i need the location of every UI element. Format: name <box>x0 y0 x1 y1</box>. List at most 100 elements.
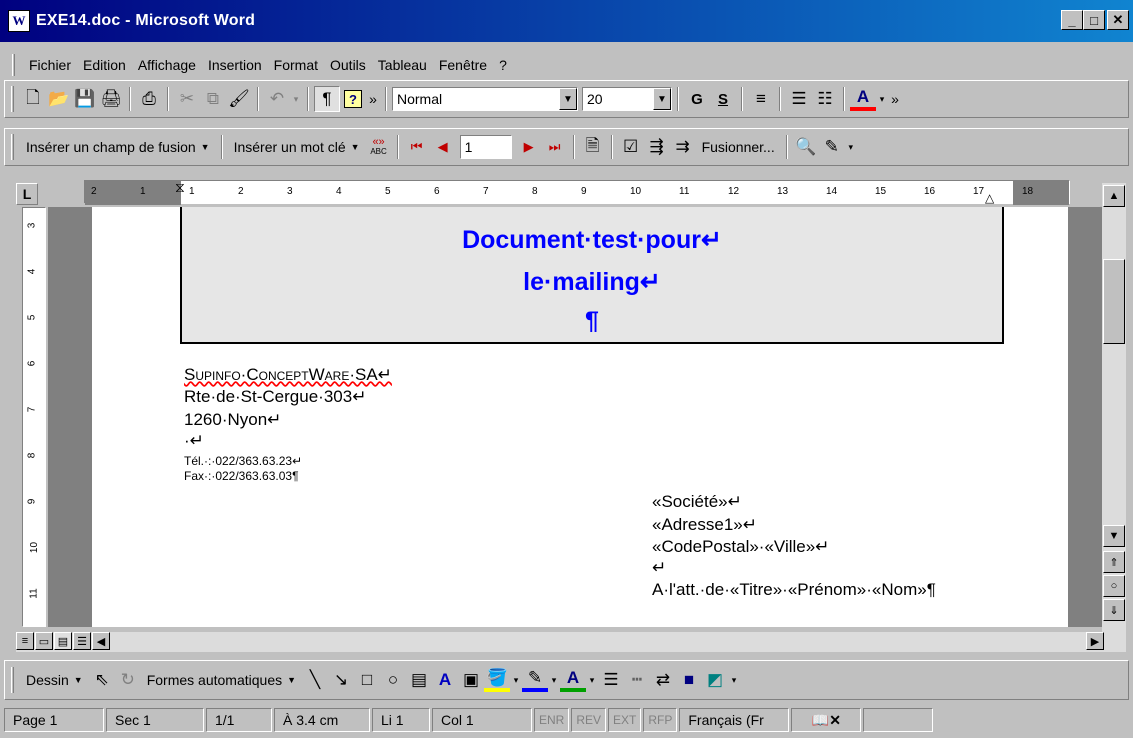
menu-grip[interactable] <box>12 54 15 76</box>
scroll-right-button[interactable]: ▶ <box>1086 632 1104 650</box>
menu-tableau[interactable]: Tableau <box>372 57 433 73</box>
draw-font-color-button[interactable]: A <box>560 668 587 692</box>
menu-fichier[interactable]: Fichier <box>23 57 77 73</box>
scroll-up-button[interactable]: ▲ <box>1103 185 1125 207</box>
toolbar-overflow-button-2[interactable]: » <box>888 86 902 112</box>
rectangle-button[interactable]: □ <box>354 667 380 693</box>
edit-data-source-button[interactable]: ✎ <box>819 134 845 160</box>
dash-style-button[interactable]: ┅ <box>624 667 650 693</box>
3d-button[interactable]: ◩ <box>702 667 728 693</box>
new-document-button[interactable]: 🗋 <box>20 86 46 112</box>
title-frame[interactable]: Document·test·pour↵ le·mailing↵ ¶ <box>180 207 1004 344</box>
open-button[interactable]: 📂 <box>46 86 72 112</box>
insert-merge-field-button[interactable]: Insérer un champ de fusion ▼ <box>20 134 216 160</box>
normal-view-button[interactable]: ≡ <box>16 632 34 650</box>
save-button[interactable]: 💾 <box>72 86 98 112</box>
word-app-icon[interactable]: W <box>8 10 30 32</box>
page-view-button[interactable]: ▤ <box>54 632 72 650</box>
help-button[interactable]: ? <box>340 86 366 112</box>
draw-toolbar-options[interactable]: ▾ <box>728 667 740 693</box>
status-rev[interactable]: REV <box>571 708 607 732</box>
find-record-button[interactable]: 🔍 <box>793 134 819 160</box>
text-box-button[interactable]: ▤ <box>406 667 432 693</box>
style-combo[interactable]: Normal ▼ <box>392 87 578 111</box>
clipart-button[interactable]: ▣ <box>458 667 484 693</box>
minimize-button[interactable]: _ <box>1061 10 1083 30</box>
underline-button[interactable]: S <box>710 86 736 112</box>
next-record-button[interactable]: ▶ <box>516 134 542 160</box>
right-indent-marker[interactable]: △ <box>985 191 994 205</box>
scroll-down-button[interactable]: ▼ <box>1103 525 1125 547</box>
spelling-status-icon[interactable]: 📖✕ <box>791 708 862 732</box>
fill-color-dropdown[interactable]: ▾ <box>510 667 522 693</box>
scroll-left-button[interactable]: ◀ <box>92 632 110 650</box>
menu-insertion[interactable]: Insertion <box>202 57 268 73</box>
chevron-down-icon[interactable]: ▼ <box>559 88 577 110</box>
draw-font-color-dropdown[interactable]: ▾ <box>586 667 598 693</box>
outline-view-button[interactable]: ☰ <box>73 632 91 650</box>
menu-help[interactable]: ? <box>493 57 513 73</box>
menu-outils[interactable]: Outils <box>324 57 372 73</box>
chevron-down-icon[interactable]: ▼ <box>653 88 671 110</box>
horizontal-scrollbar[interactable]: ≡ ▭ ▤ ☰ ◀ ▶ <box>16 632 1126 652</box>
merge-button[interactable]: Fusionner... <box>696 134 781 160</box>
close-button[interactable]: ✕ <box>1107 10 1129 30</box>
bold-button[interactable]: G <box>684 86 710 112</box>
menu-fenetre[interactable]: Fenêtre <box>433 57 493 73</box>
print-preview-button[interactable]: 🖨 <box>98 86 124 112</box>
arrow-style-button[interactable]: ⇄ <box>650 667 676 693</box>
select-browse-object-button[interactable]: ○ <box>1103 575 1125 597</box>
format-painter-button[interactable]: 🖌 <box>226 86 252 112</box>
mail-merge-helper-button[interactable]: 🗎 <box>580 134 606 160</box>
font-color-dropdown[interactable]: ▾ <box>876 86 888 112</box>
line-button[interactable]: ╲ <box>302 667 328 693</box>
insert-keyword-button[interactable]: Insérer un mot clé ▼ <box>228 134 366 160</box>
left-indent-marker[interactable]: ⧖ <box>175 180 185 194</box>
vertical-ruler[interactable]: 3 4 5 6 7 8 9 10 11 <box>22 207 46 627</box>
toolbar-options-dropdown[interactable]: ▾ <box>845 134 857 160</box>
copy-button[interactable]: ⧉ <box>200 86 226 112</box>
toolbar-grip[interactable] <box>11 134 14 160</box>
oval-button[interactable]: ○ <box>380 667 406 693</box>
toolbar-grip[interactable] <box>11 86 14 112</box>
font-color-button[interactable]: A <box>850 87 876 111</box>
maximize-button[interactable]: □ <box>1083 10 1105 30</box>
arrow-button[interactable]: ↘ <box>328 667 354 693</box>
line-color-button[interactable]: ✎ <box>522 668 549 692</box>
vertical-scroll-thumb[interactable] <box>1103 259 1125 344</box>
tab-selector[interactable]: L <box>16 183 38 205</box>
align-button[interactable]: ≡ <box>748 86 774 112</box>
merge-to-printer-button[interactable]: ⇉ <box>670 134 696 160</box>
status-rfp[interactable]: RFP <box>643 708 678 732</box>
show-formatting-button[interactable]: ¶ <box>314 86 340 112</box>
status-language[interactable]: Français (Fr <box>679 708 790 732</box>
autoshapes-menu-button[interactable]: Formes automatiques ▼ <box>141 667 302 693</box>
bullets-button[interactable]: ☷ <box>812 86 838 112</box>
horizontal-ruler[interactable]: 2 1 1 2 3 4 5 6 7 8 9 10 11 12 13 14 15 16 17 18 ⧖ △ <box>84 180 1070 205</box>
toolbar-grip[interactable] <box>11 667 14 693</box>
next-page-button[interactable]: ⇓ <box>1103 599 1125 621</box>
menu-format[interactable]: Format <box>268 57 324 73</box>
font-size-combo[interactable]: 20 ▼ <box>582 87 672 111</box>
undo-dropdown[interactable]: ▾ <box>290 86 302 112</box>
record-number-input[interactable]: 1 <box>459 135 512 159</box>
previous-record-button[interactable]: ◀ <box>430 134 456 160</box>
status-ext[interactable]: EXT <box>608 708 642 732</box>
numbering-button[interactable]: ☰ <box>786 86 812 112</box>
cut-button[interactable]: ✂ <box>174 86 200 112</box>
toolbar-overflow-button[interactable]: » <box>366 86 380 112</box>
vertical-scrollbar[interactable]: ▲ ▼ ⇑ ○ ⇓ <box>1102 183 1126 633</box>
menu-affichage[interactable]: Affichage <box>132 57 202 73</box>
status-enr[interactable]: ENR <box>534 708 570 732</box>
line-color-dropdown[interactable]: ▾ <box>548 667 560 693</box>
previous-page-button[interactable]: ⇑ <box>1103 551 1125 573</box>
print-button[interactable]: ⎙ <box>136 86 162 112</box>
draw-menu-button[interactable]: Dessin ▼ <box>20 667 89 693</box>
shadow-button[interactable]: ■ <box>676 667 702 693</box>
last-record-button[interactable]: ⏭ <box>542 134 568 160</box>
web-view-button[interactable]: ▭ <box>35 632 53 650</box>
document-page[interactable]: Document·test·pour↵ le·mailing↵ ¶ Supinf… <box>92 207 1068 627</box>
select-objects-button[interactable]: ⇖ <box>89 667 115 693</box>
undo-button[interactable]: ↶ <box>264 86 290 112</box>
fill-color-button[interactable]: 🪣 <box>484 668 511 692</box>
